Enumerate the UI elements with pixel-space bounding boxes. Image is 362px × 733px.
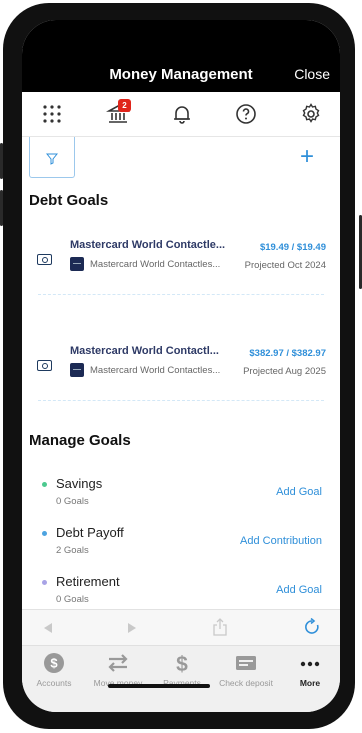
- back-arrow-icon[interactable]: [42, 622, 54, 634]
- goal-category-debt-payoff: Debt Payoff 2 Goals Add Contribution: [22, 523, 340, 569]
- svg-text:$: $: [50, 656, 58, 671]
- close-button[interactable]: Close: [294, 66, 330, 82]
- goal-projected-date: Projected Aug 2025: [243, 366, 326, 377]
- status-dot: [42, 580, 47, 585]
- goal-name: Mastercard World Contactle...: [70, 239, 226, 251]
- goal-account: Mastercard World Contactles...: [90, 259, 221, 270]
- add-goal-link[interactable]: Add Goal: [276, 584, 322, 596]
- apps-grid-icon[interactable]: [40, 102, 64, 126]
- manage-goals-heading: Manage Goals: [29, 432, 131, 449]
- header-bar: Money Management Close: [22, 20, 340, 92]
- app-screen: Money Management Close 2 + Debt Goals Ma…: [22, 20, 340, 712]
- check-card-icon: [236, 656, 256, 670]
- home-indicator: [108, 684, 210, 688]
- goal-amount: $19.49 / $19.49: [259, 242, 326, 253]
- tab-label: Check deposit: [219, 678, 273, 688]
- debt-goal-card[interactable]: Mastercard World Contactl... Mastercard …: [22, 338, 340, 396]
- card-logo-icon: [70, 363, 84, 377]
- transfer-arrows-icon: [108, 654, 128, 672]
- filter-button[interactable]: [29, 137, 75, 178]
- tab-accounts[interactable]: $ Accounts: [22, 646, 86, 694]
- category-count: 0 Goals: [56, 496, 89, 507]
- goal-projected-date: Projected Oct 2024: [244, 260, 326, 271]
- phone-side-button: [0, 143, 3, 179]
- bottom-tab-bar: $ Accounts Move money $ Payments Check d…: [22, 645, 340, 712]
- goal-account: Mastercard World Contactles...: [90, 365, 221, 376]
- goal-category-savings: Savings 0 Goals Add Goal: [22, 474, 340, 520]
- page-title: Money Management: [109, 66, 253, 83]
- status-dot: [42, 482, 47, 487]
- category-name: Savings: [56, 476, 103, 491]
- forward-arrow-icon[interactable]: [126, 622, 138, 634]
- more-dots-icon: [300, 661, 320, 667]
- icon-toolbar: [22, 92, 340, 137]
- filter-icon: [46, 153, 58, 165]
- goal-name: Mastercard World Contactl...: [70, 345, 219, 357]
- debt-goals-heading: Debt Goals: [29, 192, 109, 209]
- debt-goal-card[interactable]: Mastercard World Contactle... Mastercard…: [22, 232, 340, 290]
- tab-more[interactable]: More: [278, 646, 340, 694]
- category-count: 0 Goals: [56, 594, 89, 605]
- bell-icon[interactable]: [170, 102, 194, 126]
- tab-check-deposit[interactable]: Check deposit: [214, 646, 278, 694]
- refresh-icon[interactable]: [303, 618, 321, 636]
- tab-label: Accounts: [36, 678, 72, 688]
- browser-toolbar: [22, 609, 340, 646]
- add-contribution-link[interactable]: Add Contribution: [240, 535, 322, 547]
- money-icon: [37, 254, 52, 265]
- svg-text:$: $: [176, 653, 188, 674]
- dollar-circle-icon: $: [44, 653, 64, 673]
- dollar-sign-icon: $: [176, 653, 188, 674]
- divider: [38, 294, 324, 295]
- category-name: Debt Payoff: [56, 525, 124, 540]
- add-goal-plus-icon[interactable]: +: [300, 145, 314, 169]
- phone-side-button: [0, 190, 3, 226]
- status-dot: [42, 531, 47, 536]
- divider: [38, 400, 324, 401]
- category-count: 2 Goals: [56, 545, 89, 556]
- settings-icon[interactable]: [299, 102, 323, 126]
- phone-notch: [74, 20, 288, 48]
- notification-badge: 2: [118, 99, 131, 112]
- help-icon[interactable]: [234, 102, 258, 126]
- money-icon: [37, 360, 52, 371]
- add-goal-link[interactable]: Add Goal: [276, 486, 322, 498]
- goal-amount: $382.97 / $382.97: [249, 348, 326, 359]
- share-icon[interactable]: [212, 618, 228, 636]
- card-logo-icon: [70, 257, 84, 271]
- category-name: Retirement: [56, 574, 120, 589]
- tab-label: More: [299, 678, 321, 688]
